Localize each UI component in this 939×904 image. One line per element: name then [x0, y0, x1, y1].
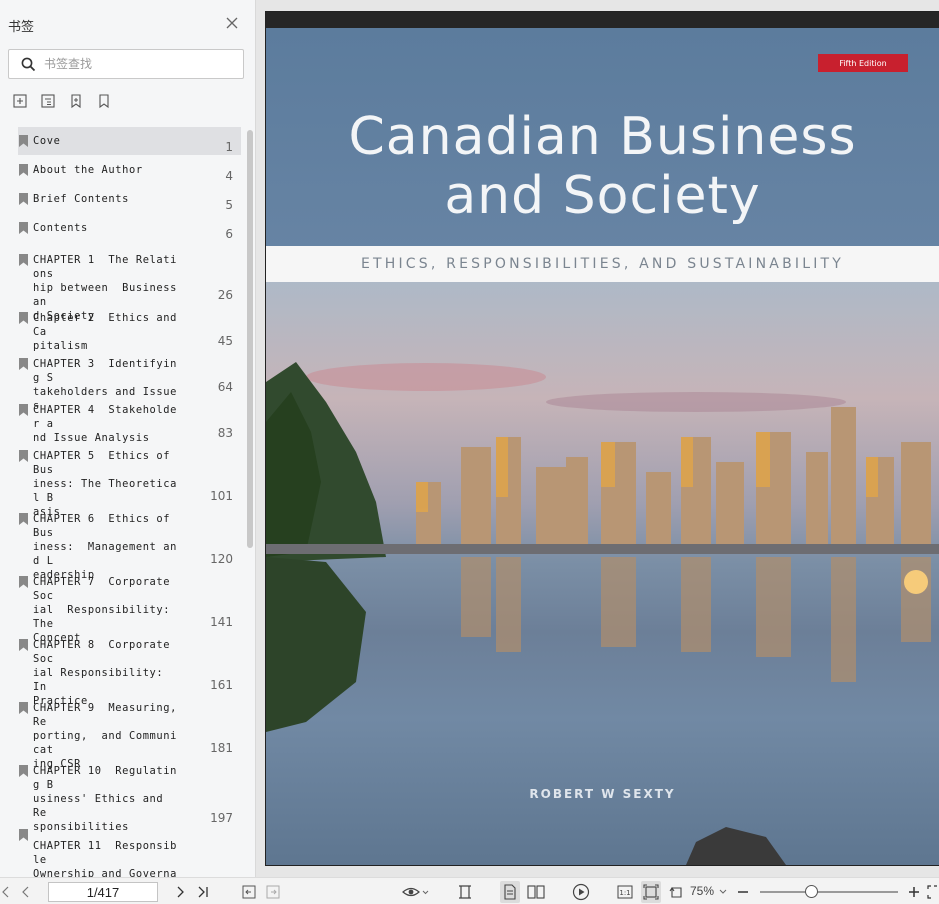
bookmark-flag-icon — [19, 254, 28, 266]
cover-subtitle-bar: ETHICS, RESPONSIBILITIES, AND SUSTAINABI… — [266, 246, 939, 282]
bookmark-flag-icon — [19, 312, 28, 324]
zoom-in-icon[interactable] — [907, 882, 921, 902]
zoom-level[interactable]: 75% — [690, 884, 714, 898]
edition-badge: Fifth Edition — [818, 54, 908, 72]
cover-subtitle: ETHICS, RESPONSIBILITIES, AND SUSTAINABI… — [360, 256, 845, 272]
city-skyline-image — [266, 362, 939, 865]
bookmark-search[interactable] — [8, 49, 244, 79]
zoom-slider[interactable] — [760, 891, 898, 893]
page-number-input[interactable] — [48, 882, 158, 902]
bookmark-flag-icon — [19, 450, 28, 462]
bookmark-flag-icon — [19, 135, 28, 147]
bookmark-flag-icon — [19, 404, 28, 416]
cover-title-line2: and Society — [444, 166, 761, 226]
bookmark-item[interactable]: CHAPTER 5 Ethics of Bus iness: The Theor… — [18, 441, 241, 518]
actual-size-icon[interactable]: 1:1 — [615, 882, 635, 902]
bookmark-search-input[interactable] — [44, 57, 224, 71]
add-bookmark-icon[interactable] — [12, 92, 28, 110]
back-icon[interactable] — [240, 882, 258, 902]
bookmark-flag-icon — [19, 639, 28, 651]
last-page-icon[interactable] — [195, 882, 211, 902]
bookmark-item[interactable]: Brief Contents 5 — [18, 184, 241, 213]
bookmark-sidebar: 书签 Cove 1 — [0, 0, 256, 877]
bottom-toolbar: 1:1 75% — [0, 877, 939, 904]
bookmark-flag-icon — [19, 222, 28, 234]
bookmark-flag-icon — [19, 576, 28, 588]
bookmark-item[interactable]: CHAPTER 1 The Relations hip between Busi… — [18, 242, 241, 322]
first-page-icon[interactable] — [0, 882, 12, 902]
sidebar-title: 书签 — [8, 20, 35, 35]
zoom-out-icon[interactable] — [736, 882, 750, 902]
close-icon[interactable] — [224, 15, 240, 31]
rotate-icon[interactable] — [667, 882, 687, 902]
cover-title: Canadian Business and Society — [266, 108, 939, 226]
document-page: Fifth Edition Canadian Business and Soci… — [266, 12, 939, 865]
bookmark-item[interactable]: Chapter 2 Ethics and Ca pitalism 45 — [18, 303, 241, 352]
next-page-icon[interactable] — [172, 882, 188, 902]
prev-page-icon[interactable] — [18, 882, 34, 902]
zoom-slider-thumb[interactable] — [805, 885, 818, 898]
bookmark-flag-icon — [19, 164, 28, 176]
bookmark-item[interactable]: CHAPTER 10 Regulating B usiness' Ethics … — [18, 756, 241, 833]
forward-icon[interactable] — [264, 882, 282, 902]
bookmark-item[interactable]: CHAPTER 11 Responsible Ownership and Gov… — [18, 826, 241, 877]
bookmark-item[interactable]: CHAPTER 9 Measuring, Re porting, and Com… — [18, 693, 241, 770]
sidebar-scrollbar[interactable] — [247, 130, 253, 548]
bookmark-flag-icon — [19, 702, 28, 714]
sidebar-toolbar — [12, 92, 112, 110]
bookmark-item[interactable]: CHAPTER 4 Stakeholder a nd Issue Analysi… — [18, 395, 241, 444]
bookmark-flag-icon — [19, 358, 28, 370]
bookmark-flag-icon — [19, 513, 28, 525]
bookmark-flag-icon — [19, 765, 28, 777]
bookmark-icon[interactable] — [68, 92, 84, 110]
cover-author: ROBERT W SEXTY — [529, 787, 676, 801]
bookmark-item[interactable]: CHAPTER 7 Corporate Soc ial Responsibili… — [18, 567, 241, 644]
pdf-reader-window: 书签 Cove 1 — [0, 0, 939, 904]
bookmark-list: Cove 1 About the Author 4 Brief Contents… — [18, 127, 242, 877]
fullscreen-icon[interactable] — [926, 882, 938, 902]
chevron-down-icon[interactable] — [718, 882, 728, 902]
bookmark-outline-icon[interactable] — [96, 92, 112, 110]
bookmark-item[interactable]: CHAPTER 6 Ethics of Bus iness: Managemen… — [18, 504, 241, 581]
single-page-icon[interactable] — [500, 882, 520, 902]
eye-view-icon[interactable] — [400, 882, 430, 902]
bookmark-item[interactable]: Contents 6 — [18, 213, 241, 242]
play-icon[interactable] — [571, 882, 591, 902]
double-page-icon[interactable] — [526, 882, 546, 902]
svg-text:1:1: 1:1 — [619, 889, 630, 897]
bookmark-flag-icon — [19, 829, 28, 841]
bookmark-flag-icon — [19, 193, 28, 205]
fit-width-icon[interactable] — [456, 882, 474, 902]
cover-title-line1: Canadian Business — [348, 107, 857, 167]
bookmark-item[interactable]: About the Author 4 — [18, 155, 241, 184]
bookmark-item[interactable]: CHAPTER 3 Identifying S takeholders and … — [18, 349, 241, 412]
bookmark-item[interactable]: Cove 1 — [18, 127, 241, 155]
add-sub-bookmark-icon[interactable] — [40, 92, 56, 110]
fit-page-icon[interactable] — [641, 882, 661, 902]
bookmark-item[interactable]: CHAPTER 8 Corporate Soc ial Responsibili… — [18, 630, 241, 707]
search-icon — [21, 57, 36, 71]
document-view: Fifth Edition Canadian Business and Soci… — [257, 0, 939, 877]
cover-photo — [266, 282, 939, 865]
